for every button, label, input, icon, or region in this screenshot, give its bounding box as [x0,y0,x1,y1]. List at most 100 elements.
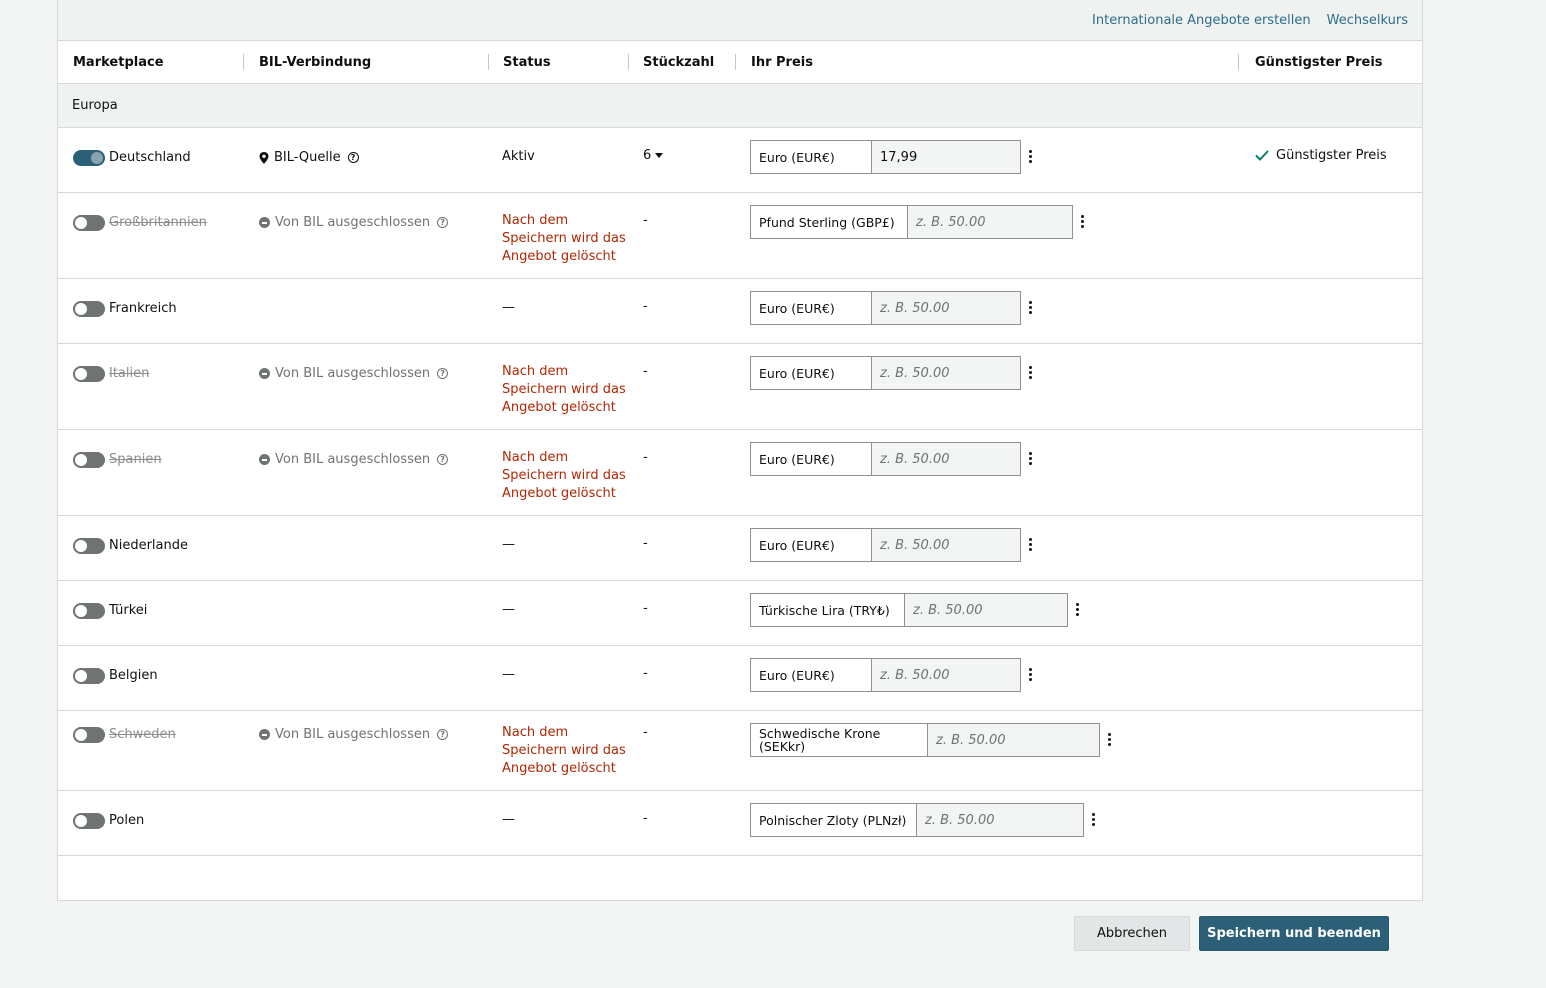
quantity-value: - [643,666,648,681]
help-icon[interactable]: ? [437,368,449,379]
more-options-icon[interactable] [1024,148,1036,164]
more-options-icon[interactable] [1024,536,1036,552]
marketplace-toggle[interactable] [73,150,105,166]
bil-connection: BIL-Quelle ? [259,150,359,165]
marketplace-toggle[interactable] [73,813,105,829]
price-input[interactable] [908,206,1072,238]
more-options-icon[interactable] [1024,299,1036,315]
toggle-knob [91,152,103,164]
price-input[interactable] [872,357,1020,389]
price-input[interactable] [872,292,1020,324]
toggle-knob [75,815,87,827]
marketplace-name: Belgien [109,668,158,683]
marketplace-toggle[interactable] [73,603,105,619]
help-icon[interactable]: ? [437,729,449,740]
bil-excluded-label: Von BIL ausgeschlossen [275,366,431,381]
currency-label: Euro (EUR€) [751,443,872,475]
international-offers-panel: Internationale Angebote erstellen Wechse… [57,0,1423,901]
marketplace-name: Frankreich [109,301,177,316]
bil-connection: Von BIL ausgeschlossen ? [259,215,449,230]
table-row: Deutschland BIL-Quelle ? Aktiv 6 Euro (E… [58,128,1422,193]
price-input[interactable] [905,594,1067,626]
help-icon[interactable]: ? [437,454,449,465]
currency-label: Schwedische Krone (SEKkr) [751,724,928,756]
status-text: — [502,537,515,552]
caret-down-icon [655,153,664,158]
cancel-button[interactable]: Abbrechen [1074,916,1190,951]
currency-label: Euro (EUR€) [751,357,872,389]
table-row: Polen — - Polnischer Zloty (PLNzł) [58,791,1422,856]
quantity-value: - [643,601,648,616]
price-field-group: Türkische Lira (TRY₺) [750,593,1068,627]
save-and-finish-button[interactable]: Speichern und beenden [1199,916,1389,951]
price-input[interactable] [917,804,1083,836]
more-options-icon[interactable] [1103,731,1115,747]
status-warning-text: Nach dem Speichern wird das Angebot gelö… [502,725,626,776]
marketplace-toggle[interactable] [73,668,105,684]
more-options-icon[interactable] [1024,364,1036,380]
excluded-icon [259,368,270,379]
price-input[interactable] [872,443,1020,475]
toggle-knob [75,605,87,617]
quantity-value: - [643,536,648,551]
marketplace-name: Deutschland [109,150,191,165]
marketplace-toggle[interactable] [73,727,105,743]
price-input[interactable] [928,724,1099,756]
table-header: Marketplace BIL-Verbindung Status Stückz… [58,41,1422,84]
more-options-icon[interactable] [1024,666,1036,682]
bil-source-label: BIL-Quelle [274,150,341,165]
price-input[interactable] [872,659,1020,691]
marketplace-name: Spanien [109,452,162,467]
more-options-icon[interactable] [1024,450,1036,466]
help-icon[interactable]: ? [347,152,359,163]
marketplace-name: Polen [109,813,145,828]
marketplace-toggle[interactable] [73,452,105,468]
table-row: Türkei — - Türkische Lira (TRY₺) [58,581,1422,646]
top-links-bar: Internationale Angebote erstellen Wechse… [58,0,1422,41]
table-row: Belgien — - Euro (EUR€) [58,646,1422,711]
marketplace-toggle[interactable] [73,366,105,382]
marketplace-toggle[interactable] [73,538,105,554]
price-input[interactable] [872,529,1020,561]
bil-connection: Von BIL ausgeschlossen ? [259,366,449,381]
quantity-value: - [643,213,648,228]
price-field-group: Euro (EUR€) [750,140,1021,174]
price-field-group: Schwedische Krone (SEKkr) [750,723,1100,757]
currency-label: Euro (EUR€) [751,141,872,173]
excluded-icon [259,729,270,740]
column-marketplace: Marketplace [73,55,164,70]
lowest-price-indicator: Günstigster Preis [1255,148,1387,163]
marketplace-name: Niederlande [109,538,188,553]
checkmark-icon [1255,150,1269,161]
table-row: Frankreich — - Euro (EUR€) [58,279,1422,344]
price-field-group: Polnischer Zloty (PLNzł) [750,803,1084,837]
table-row: Italien Von BIL ausgeschlossen ? Nach de… [58,344,1422,430]
more-options-icon[interactable] [1087,811,1099,827]
status-warning-text: Nach dem Speichern wird das Angebot gelö… [502,364,626,415]
exchange-rate-link[interactable]: Wechselkurs [1327,13,1408,28]
lowest-price-label: Günstigster Preis [1276,148,1387,163]
column-lowest-price: Günstigster Preis [1255,55,1383,70]
help-icon[interactable]: ? [437,217,449,228]
marketplace-toggle[interactable] [73,215,105,231]
create-international-offers-link[interactable]: Internationale Angebote erstellen [1092,13,1311,28]
column-quantity: Stückzahl [643,55,715,70]
quantity-dropdown[interactable]: 6 [643,148,664,163]
marketplace-name: Schweden [109,727,176,742]
quantity-value: 6 [643,148,652,163]
price-input[interactable] [872,141,1020,173]
toggle-knob [75,729,87,741]
column-separator [488,54,489,70]
column-separator [628,54,629,70]
bil-excluded-label: Von BIL ausgeschlossen [275,215,431,230]
marketplace-toggle[interactable] [73,301,105,317]
more-options-icon[interactable] [1076,213,1088,229]
toggle-knob [75,217,87,229]
bil-excluded-label: Von BIL ausgeschlossen [275,727,431,742]
column-your-price: Ihr Preis [751,55,813,70]
toggle-knob [75,368,87,380]
more-options-icon[interactable] [1071,601,1083,617]
marketplace-name: Großbritannien [109,215,207,230]
table-row: Spanien Von BIL ausgeschlossen ? Nach de… [58,430,1422,516]
quantity-value: - [643,725,648,740]
